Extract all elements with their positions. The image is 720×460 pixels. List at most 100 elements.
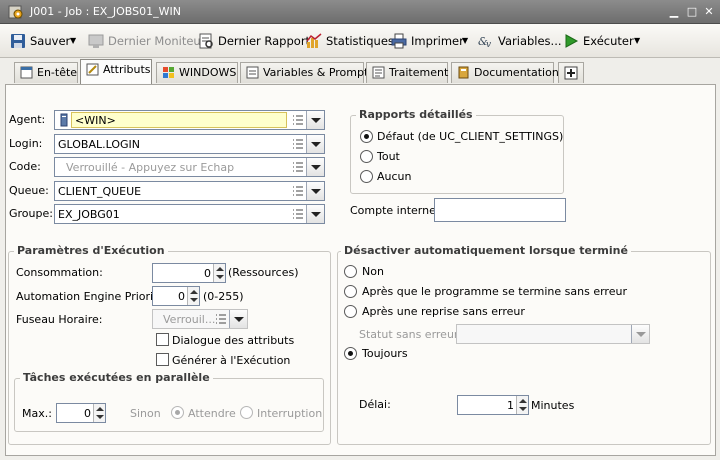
job-gear-icon xyxy=(8,5,23,19)
interrupt-radio[interactable] xyxy=(240,406,253,419)
priority-stepper[interactable]: 0 xyxy=(152,286,200,306)
report-default-radio[interactable] xyxy=(360,130,373,143)
last-report-label: Dernier Rapport xyxy=(218,34,311,48)
group-dropdown-arrow[interactable] xyxy=(306,205,324,223)
tab-documentation[interactable]: Documentation xyxy=(451,62,559,83)
tab-attributes-label: Attributs xyxy=(103,63,151,76)
close-button[interactable]: ✕ xyxy=(701,5,717,19)
report-none-radio[interactable] xyxy=(360,170,373,183)
print-dropdown-arrow[interactable]: ▼ xyxy=(462,32,468,50)
maximize-button[interactable]: □ xyxy=(684,5,700,19)
agent-value: <WIN> xyxy=(75,114,116,127)
status-label: Statut sans erreur: xyxy=(359,328,462,341)
deactivate-after-restart-radio[interactable] xyxy=(344,305,357,318)
queue-select[interactable]: CLIENT_QUEUE xyxy=(54,181,325,201)
variables-icon: &v xyxy=(478,35,491,49)
priority-label: Automation Engine Priorité: xyxy=(16,290,168,303)
group-select[interactable]: EX_JOBG01 xyxy=(54,204,325,224)
save-dropdown-arrow[interactable]: ▼ xyxy=(70,32,76,50)
report-default-label: Défaut (de UC_CLIENT_SETTINGS) xyxy=(377,130,564,143)
delay-spin-buttons[interactable] xyxy=(516,396,528,414)
delay-unit: Minutes xyxy=(531,399,575,412)
timezone-dropdown-arrow[interactable] xyxy=(229,310,247,328)
floppy-icon xyxy=(11,34,25,48)
list-icon[interactable] xyxy=(290,206,306,222)
print-label: Imprimer xyxy=(411,34,464,48)
consumption-label: Consommation: xyxy=(16,266,103,279)
list-icon[interactable] xyxy=(290,159,306,175)
timezone-select[interactable]: Verrouil... xyxy=(152,309,248,329)
priority-range: (0-255) xyxy=(203,290,244,303)
tab-variables-prompts[interactable]: Variables & Prompts xyxy=(240,62,374,83)
delay-label: Délai: xyxy=(359,398,391,411)
max-value: 0 xyxy=(84,407,91,420)
attribute-dialog-checkbox[interactable] xyxy=(156,333,169,346)
tab-attributes[interactable]: Attributs xyxy=(80,59,152,84)
windows-logo-icon xyxy=(163,67,174,78)
generate-at-runtime-checkbox[interactable] xyxy=(156,353,169,366)
max-spin-buttons[interactable] xyxy=(93,404,105,422)
delay-stepper[interactable]: 1 xyxy=(457,395,529,415)
max-stepper[interactable]: 0 xyxy=(56,403,106,423)
status-dropdown-arrow[interactable] xyxy=(631,325,649,343)
title-bar: J001 - Job : EX_JOBS01_WIN ▁ □ ✕ xyxy=(0,0,720,24)
agent-select[interactable]: <WIN> xyxy=(54,110,325,130)
tab-windows-label: WINDOWS xyxy=(179,66,237,79)
deactivate-always-radio[interactable] xyxy=(344,347,357,360)
generate-at-runtime-label: Générer à l'Exécution xyxy=(172,354,291,367)
report-icon xyxy=(199,33,213,49)
code-select[interactable]: Verrouillé - Appuyez sur Echap xyxy=(54,157,325,177)
parallel-group-title: Tâches exécutées en parallèle xyxy=(20,371,213,384)
tab-processing[interactable]: Traitement xyxy=(366,62,448,83)
priority-spin-buttons[interactable] xyxy=(187,287,199,305)
report-none-label: Aucun xyxy=(377,170,412,183)
consumption-stepper[interactable]: 0 xyxy=(152,263,226,283)
deactivate-no-radio[interactable] xyxy=(344,265,357,278)
tab-header[interactable]: En-tête xyxy=(14,62,78,83)
agent-label: Agent: xyxy=(9,113,46,126)
statistics-label: Statistiques xyxy=(326,34,394,48)
svg-text:v: v xyxy=(486,40,491,49)
deactivate-after-success-radio[interactable] xyxy=(344,285,357,298)
tab-windows[interactable]: WINDOWS xyxy=(156,62,238,83)
login-select[interactable]: GLOBAL.LOGIN xyxy=(54,134,325,154)
list-icon[interactable] xyxy=(290,112,306,128)
agent-dropdown-arrow[interactable] xyxy=(306,111,324,129)
report-all-radio[interactable] xyxy=(360,150,373,163)
last-monitor-label: Dernier Moniteur xyxy=(108,34,206,48)
code-dropdown-arrow[interactable] xyxy=(306,158,324,176)
interrupt-label: Interruption xyxy=(257,407,323,420)
priority-value: 0 xyxy=(178,290,185,303)
list-icon[interactable] xyxy=(290,183,306,199)
queue-label: Queue: xyxy=(9,184,49,197)
play-icon xyxy=(565,34,579,48)
consumption-spin-buttons[interactable] xyxy=(213,264,225,282)
save-label: Sauver xyxy=(30,34,71,48)
internal-account-input[interactable] xyxy=(434,198,566,222)
list-icon[interactable] xyxy=(290,136,306,152)
max-label: Max.: xyxy=(22,407,52,420)
login-dropdown-arrow[interactable] xyxy=(306,135,324,153)
execute-dropdown-arrow[interactable]: ▼ xyxy=(634,32,640,50)
chart-icon xyxy=(306,33,322,48)
internal-account-label: Compte interne: xyxy=(350,204,440,217)
attributes-icon xyxy=(86,63,99,76)
minimize-button[interactable]: ▁ xyxy=(666,5,682,19)
processing-icon xyxy=(372,66,385,79)
printer-icon xyxy=(391,33,407,49)
attribute-dialog-label: Dialogue des attributs xyxy=(172,334,295,347)
reports-group-title: Rapports détaillés xyxy=(356,108,476,121)
queue-dropdown-arrow[interactable] xyxy=(306,182,324,200)
agent-computer-icon xyxy=(60,113,68,127)
execution-group-title: Paramètres d'Exécution xyxy=(14,244,168,257)
deactivate-no-label: Non xyxy=(362,265,384,278)
deactivate-after-success-label: Après que le programme se termine sans e… xyxy=(362,285,627,298)
queue-value: CLIENT_QUEUE xyxy=(58,185,142,198)
variables-label: Variables... xyxy=(498,34,562,48)
wait-radio[interactable] xyxy=(171,406,184,419)
wait-label: Attendre xyxy=(188,407,236,420)
status-select[interactable] xyxy=(456,324,650,344)
add-tab-button[interactable] xyxy=(558,62,584,83)
monitor-icon xyxy=(88,34,104,48)
list-icon[interactable] xyxy=(213,311,229,327)
